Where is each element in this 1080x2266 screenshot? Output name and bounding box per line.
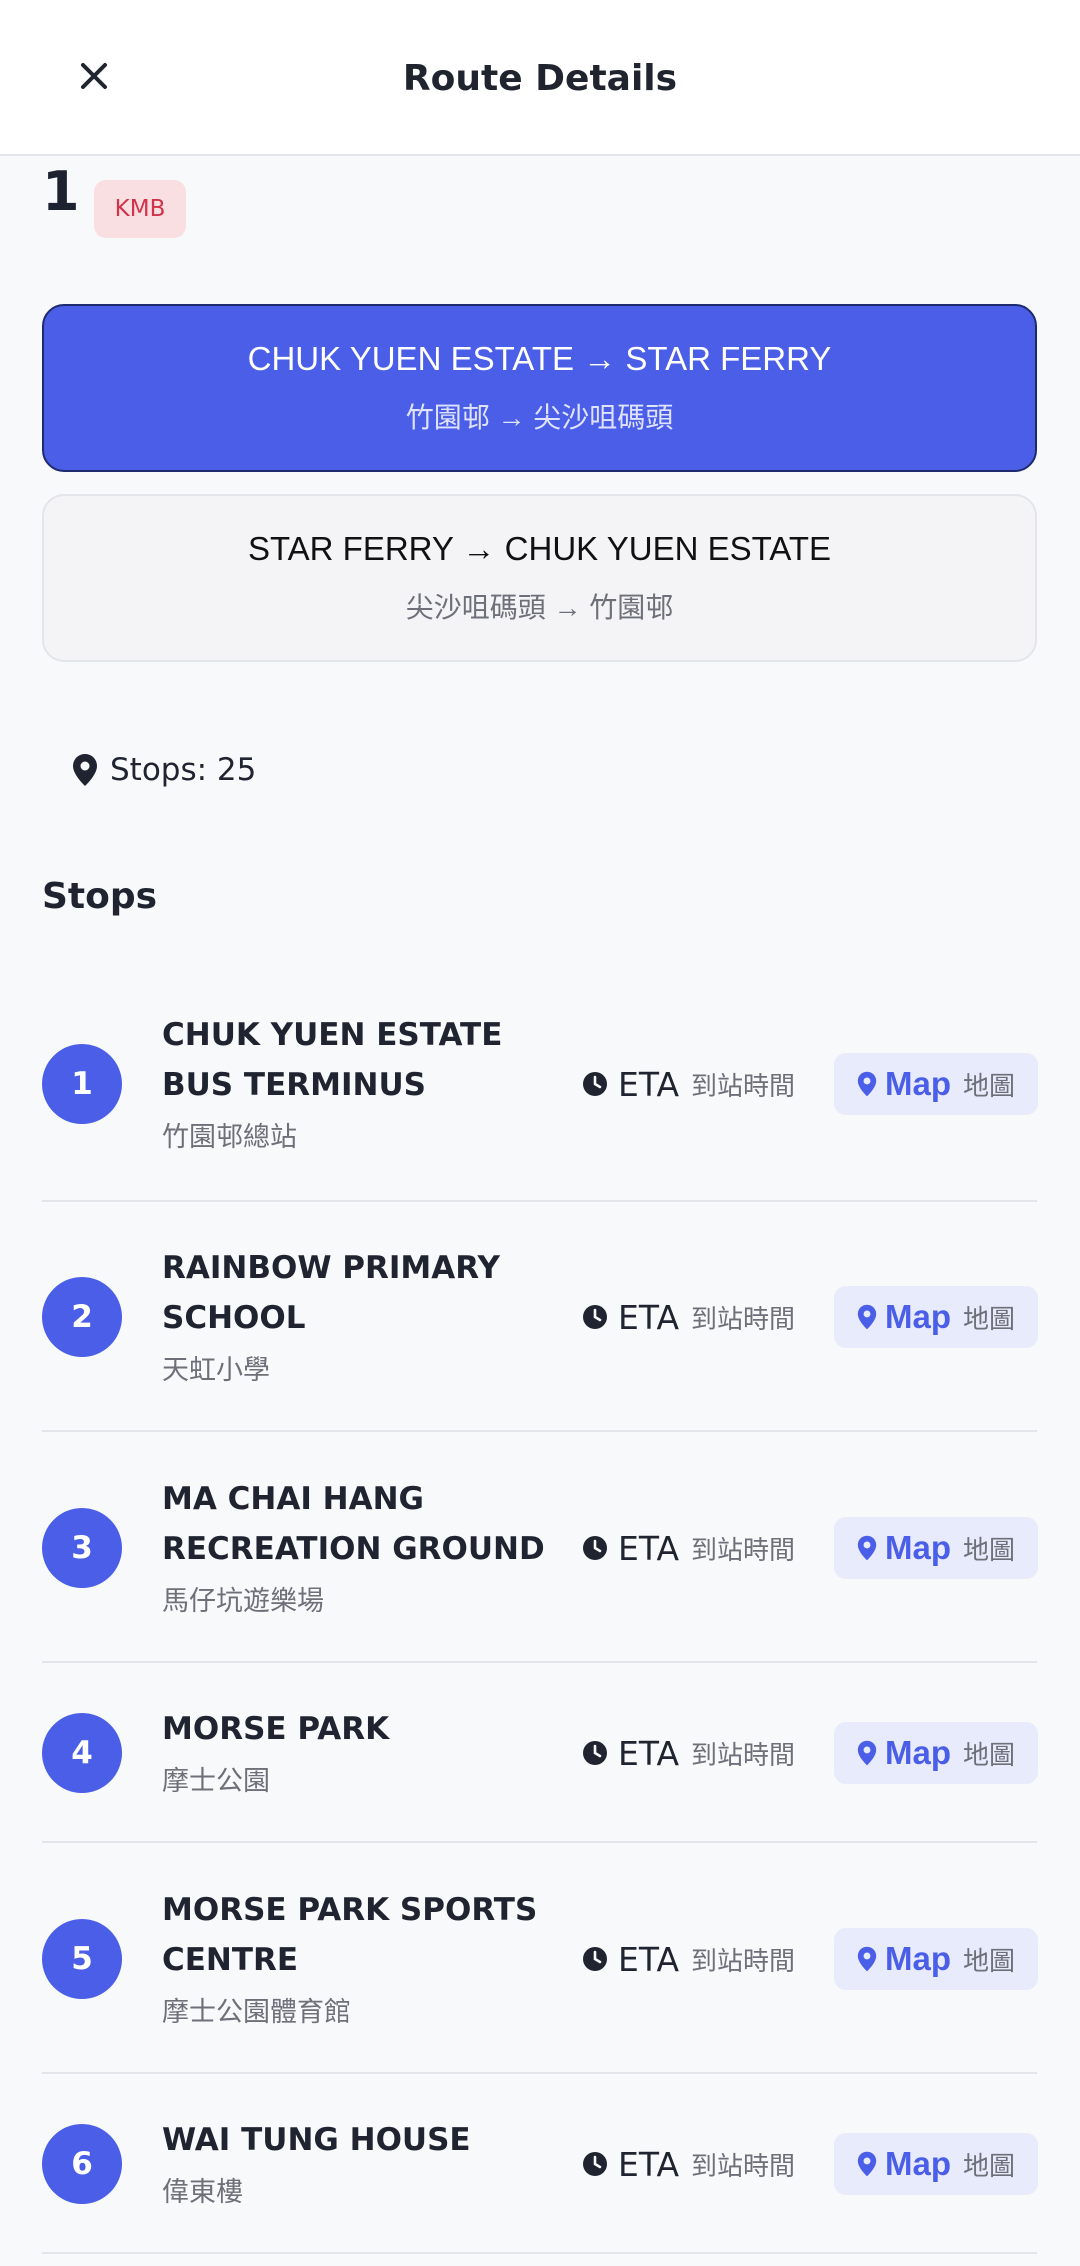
direction-label-zh: 竹園邨 → 尖沙咀碼頭	[405, 402, 674, 433]
stop-name-zh: 摩士公園體育館	[162, 1997, 351, 2028]
eta-label: ETA	[618, 1297, 680, 1337]
stop-name: MORSE PARK SPORTS CENTRE 摩士公園體育館	[162, 1885, 562, 2033]
map-label: Map	[884, 1734, 951, 1771]
stop-name-en: RAINBOW PRIMARY SCHOOL	[162, 1250, 500, 1336]
stop-name-zh: 馬仔坑遊樂場	[162, 1586, 324, 1617]
stop-row[interactable]: 4 MORSE PARK 摩士公園 ETA 到站時間 Map 地圖	[42, 1663, 1038, 1843]
eta-button[interactable]: ETA 到站時間	[582, 1929, 795, 1989]
stops-heading: Stops	[42, 876, 158, 917]
map-button[interactable]: Map 地圖	[834, 1517, 1038, 1579]
clock-icon	[583, 1947, 607, 1971]
app-header: Route Details	[0, 0, 1080, 156]
map-button[interactable]: Map 地圖	[834, 1722, 1038, 1784]
map-pin-icon	[857, 2151, 877, 2177]
stop-row[interactable]: 3 MA CHAI HANG RECREATION GROUND 馬仔坑遊樂場 ETA…	[42, 1432, 1038, 1663]
map-label: Map	[884, 2145, 951, 2182]
stop-name-en: MORSE PARK	[162, 1711, 390, 1747]
map-label: Map	[884, 1065, 951, 1102]
direction-inbound-button[interactable]: STAR FERRY → CHUK YUEN ESTATE 尖沙咀碼頭 → 竹園…	[42, 494, 1037, 662]
stop-row[interactable]: 1 CHUK YUEN ESTATE BUS TERMINUS 竹園邨總站 ETA 到站…	[42, 966, 1038, 1202]
stop-row[interactable]: 6 WAI TUNG HOUSE 偉東樓 ETA 到站時間 Map 地圖	[42, 2074, 1038, 2254]
stop-name-en: MA CHAI HANG RECREATION GROUND	[162, 1481, 545, 1567]
clock-icon	[583, 2152, 607, 2176]
map-label-zh: 地圖	[962, 1071, 1015, 1102]
map-pin-icon	[857, 1304, 877, 1330]
stop-name: MORSE PARK 摩士公園	[162, 1704, 562, 1802]
eta-button[interactable]: ETA 到站時間	[582, 1054, 795, 1114]
map-label-zh: 地圖	[962, 2151, 1015, 2182]
map-button[interactable]: Map 地圖	[834, 1053, 1038, 1115]
stop-row[interactable]: 5 MORSE PARK SPORTS CENTRE 摩士公園體育館 ETA 到站時間 M…	[42, 1843, 1038, 2074]
eta-label-zh: 到站時間	[691, 1740, 796, 1771]
stop-name-en: MORSE PARK SPORTS CENTRE	[162, 1892, 538, 1978]
clock-icon	[583, 1305, 607, 1329]
stop-name-zh: 天虹小學	[162, 1355, 270, 1386]
map-label: Map	[884, 1298, 951, 1335]
map-pin-icon	[857, 1071, 877, 1097]
map-pin-icon	[857, 1740, 877, 1766]
stop-sequence-badge: 4	[42, 1713, 122, 1793]
stop-name: MA CHAI HANG RECREATION GROUND 馬仔坑遊樂場	[162, 1474, 562, 1622]
map-label: Map	[884, 1940, 951, 1977]
map-button[interactable]: Map 地圖	[834, 1286, 1038, 1348]
direction-label-zh: 尖沙咀碼頭 → 竹園邨	[405, 592, 674, 623]
map-button[interactable]: Map 地圖	[834, 1928, 1038, 1990]
direction-label: STAR FERRY → CHUK YUEN ESTATE	[247, 530, 832, 567]
stop-name-zh: 摩士公園	[162, 1766, 270, 1797]
stop-name: RAINBOW PRIMARY SCHOOL 天虹小學	[162, 1243, 562, 1391]
map-button[interactable]: Map 地圖	[834, 2133, 1038, 2195]
route-number: 1	[42, 160, 80, 223]
stop-name-zh: 偉東樓	[162, 2177, 243, 2208]
direction-outbound-button[interactable]: CHUK YUEN ESTATE → STAR FERRY 竹園邨 → 尖沙咀碼…	[42, 304, 1037, 472]
map-pin-icon	[857, 1946, 877, 1972]
clock-icon	[583, 1072, 607, 1096]
map-label-zh: 地圖	[962, 1304, 1015, 1335]
eta-label: ETA	[618, 1733, 680, 1773]
eta-label: ETA	[618, 1939, 680, 1979]
clock-icon	[583, 1536, 607, 1560]
map-label-zh: 地圖	[962, 1946, 1015, 1977]
eta-button[interactable]: ETA 到站時間	[582, 1723, 795, 1783]
operator-badge: KMB	[94, 180, 186, 238]
direction-label: CHUK YUEN ESTATE → STAR FERRY	[247, 340, 832, 377]
stop-sequence-badge: 3	[42, 1508, 122, 1588]
map-label-zh: 地圖	[962, 1535, 1015, 1566]
map-pin-icon	[857, 1535, 877, 1561]
stop-name: CHUK YUEN ESTATE BUS TERMINUS 竹園邨總站	[162, 1010, 562, 1158]
eta-label-zh: 到站時間	[691, 1071, 796, 1102]
stop-name-en: WAI TUNG HOUSE	[162, 2122, 471, 2158]
eta-button[interactable]: ETA 到站時間	[582, 2134, 795, 2194]
stop-sequence-badge: 2	[42, 1277, 122, 1357]
page-title: Route Details	[402, 57, 678, 99]
map-pin-icon	[73, 754, 97, 786]
stop-sequence-badge: 1	[42, 1044, 122, 1124]
eta-label-zh: 到站時間	[691, 2151, 796, 2182]
stop-name-zh: 竹園邨總站	[162, 1122, 297, 1153]
stops-count: Stops: 25	[72, 746, 256, 794]
stop-sequence-badge: 5	[42, 1919, 122, 1999]
stop-name-en: CHUK YUEN ESTATE BUS TERMINUS	[162, 1017, 503, 1103]
close-button[interactable]	[64, 46, 124, 106]
eta-button[interactable]: ETA 到站時間	[582, 1518, 795, 1578]
stops-count-label: Stops: 25	[110, 752, 257, 788]
eta-label-zh: 到站時間	[691, 1946, 796, 1977]
eta-button[interactable]: ETA 到站時間	[582, 1287, 795, 1347]
eta-label: ETA	[618, 2144, 680, 2184]
close-icon	[81, 63, 107, 89]
eta-label-zh: 到站時間	[691, 1304, 796, 1335]
stop-name: WAI TUNG HOUSE 偉東樓	[162, 2115, 562, 2213]
map-label: Map	[884, 1529, 951, 1566]
eta-label: ETA	[618, 1064, 680, 1104]
stop-sequence-badge: 6	[42, 2124, 122, 2204]
stop-row[interactable]: 2 RAINBOW PRIMARY SCHOOL 天虹小學 ETA 到站時間 Map 地圖	[42, 1201, 1038, 1432]
map-label-zh: 地圖	[962, 1740, 1015, 1771]
eta-label: ETA	[618, 1528, 680, 1568]
clock-icon	[583, 1741, 607, 1765]
eta-label-zh: 到站時間	[691, 1535, 796, 1566]
